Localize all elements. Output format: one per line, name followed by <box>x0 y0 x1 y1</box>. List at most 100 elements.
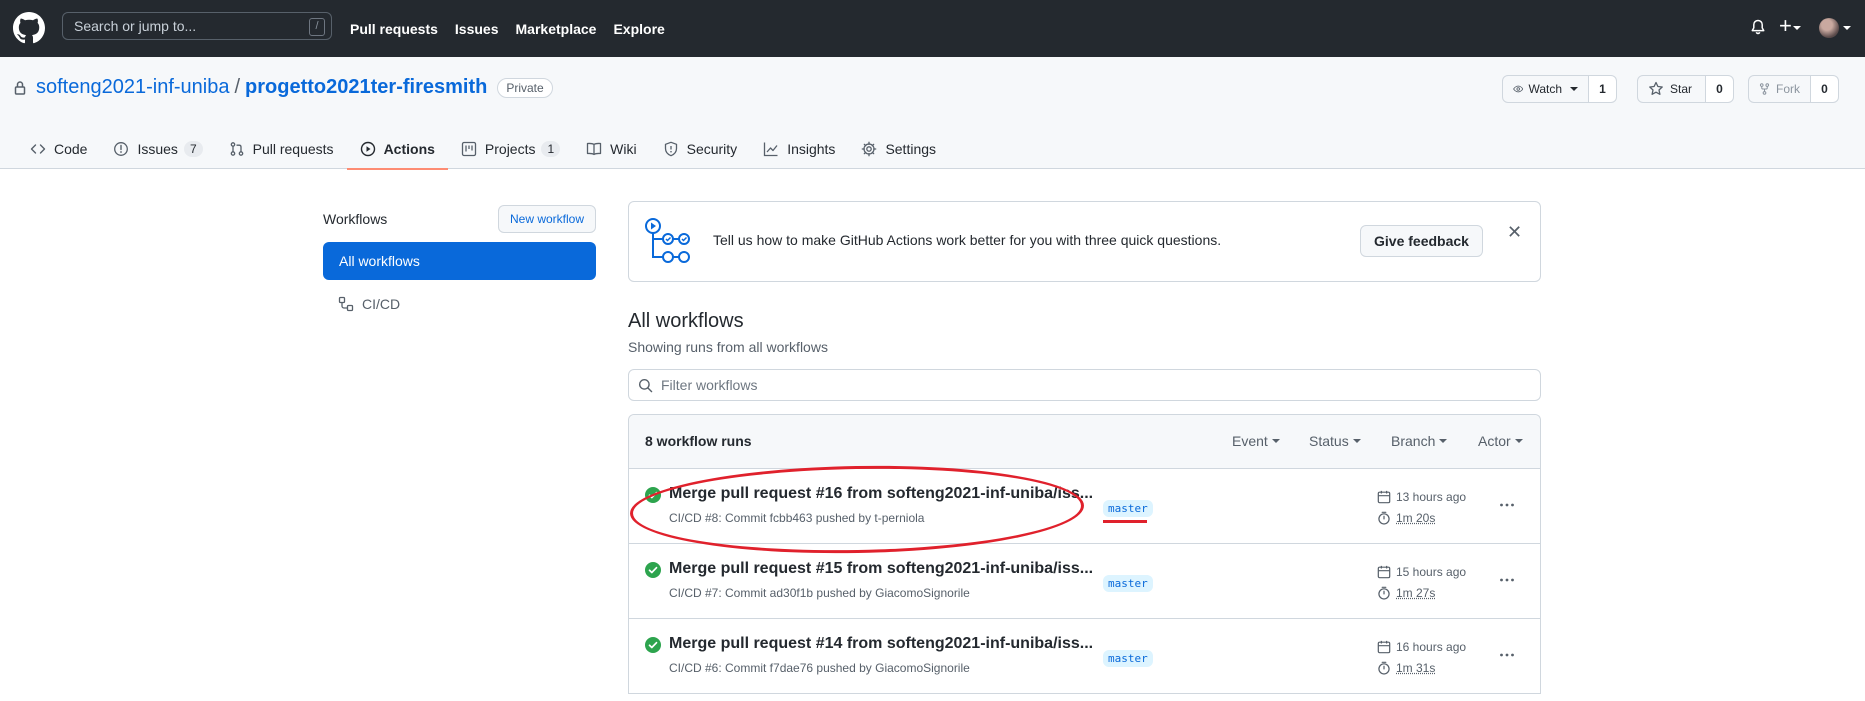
star-count[interactable]: 0 <box>1706 75 1734 103</box>
repo-separator: / <box>234 76 241 98</box>
repo-owner-link[interactable]: softeng2021-inf-uniba <box>36 76 229 99</box>
event-filter[interactable]: Event <box>1232 433 1280 449</box>
nav-issues[interactable]: Issues <box>455 21 499 37</box>
branch-label[interactable]: master <box>1103 650 1153 667</box>
chevron-down-icon <box>1793 26 1801 30</box>
sidebar-item-all-workflows[interactable]: All workflows <box>323 242 596 280</box>
tab-code[interactable]: Code <box>17 129 100 169</box>
runs-count: 8 workflow runs <box>645 433 752 449</box>
issue-icon <box>114 142 129 156</box>
stopwatch-icon <box>1378 586 1390 600</box>
tab-label: Code <box>54 141 88 157</box>
graph-icon <box>764 142 778 157</box>
run-duration: 1m 20s <box>1377 511 1435 525</box>
stopwatch-icon <box>1378 511 1390 525</box>
book-icon <box>587 142 602 156</box>
branch-underline-annotation <box>1103 520 1147 523</box>
repo-tabs: Code Issues 7 Pull requests Actions Proj… <box>17 129 949 170</box>
calendar-icon <box>1377 565 1391 579</box>
tab-actions[interactable]: Actions <box>346 129 449 170</box>
filter-workflows-input[interactable]: Filter workflows <box>628 369 1541 401</box>
give-feedback-button[interactable]: Give feedback <box>1360 225 1483 257</box>
lock-icon <box>14 80 26 95</box>
fork-button[interactable]: Fork <box>1748 75 1811 103</box>
run-duration-label: 1m 27s <box>1396 586 1436 600</box>
page-title: All workflows <box>628 310 744 332</box>
actor-filter[interactable]: Actor <box>1478 433 1523 449</box>
github-logo-icon[interactable] <box>13 12 45 44</box>
projects-counter: 1 <box>541 141 561 157</box>
run-duration-label: 1m 20s <box>1396 511 1436 525</box>
sidebar-item-ci-cd[interactable]: CI/CD <box>323 290 596 318</box>
close-icon[interactable]: ✕ <box>1507 222 1522 243</box>
chevron-down-icon <box>1439 439 1448 443</box>
gear-icon <box>862 141 877 157</box>
chevron-down-icon <box>1570 87 1578 91</box>
runs-list-header: 8 workflow runs Event Status Branch Acto… <box>629 415 1540 469</box>
tab-label: Issues <box>137 141 178 157</box>
plus-icon[interactable]: + <box>1779 15 1792 37</box>
tab-settings[interactable]: Settings <box>848 129 949 169</box>
kebab-menu-icon[interactable] <box>1499 497 1515 513</box>
repo-name-link[interactable]: progetto2021ter-firesmith <box>245 76 487 99</box>
search-input[interactable]: Search or jump to... / <box>62 12 332 40</box>
workflow-runs-list: 8 workflow runs Event Status Branch Acto… <box>628 414 1541 694</box>
run-time-label: 13 hours ago <box>1396 490 1467 504</box>
fork-icon <box>1759 83 1770 95</box>
watch-count[interactable]: 1 <box>1589 75 1617 103</box>
calendar-icon <box>1377 490 1391 504</box>
nav-explore[interactable]: Explore <box>613 21 664 37</box>
branch-label[interactable]: master <box>1103 575 1153 592</box>
chevron-down-icon <box>1352 439 1361 443</box>
workflow-run-row[interactable]: Merge pull request #15 from softeng2021-… <box>629 544 1540 619</box>
eye-icon <box>1513 85 1524 93</box>
nav-marketplace[interactable]: Marketplace <box>516 21 597 37</box>
tab-issues[interactable]: Issues 7 <box>100 129 215 169</box>
kebab-menu-icon[interactable] <box>1499 647 1515 663</box>
fork-count[interactable]: 0 <box>1811 75 1839 103</box>
tab-label: Pull requests <box>252 141 334 157</box>
status-filter[interactable]: Status <box>1309 433 1361 449</box>
branch-label[interactable]: master <box>1103 500 1153 517</box>
search-icon <box>638 378 653 393</box>
bell-icon[interactable] <box>1750 19 1766 36</box>
run-meta: CI/CD #6: Commit f7dae76 pushed by Giaco… <box>669 661 970 675</box>
tab-security[interactable]: Security <box>650 129 751 169</box>
run-title-link[interactable]: Merge pull request #14 from softeng2021-… <box>669 635 1093 653</box>
workflow-run-row[interactable]: Merge pull request #14 from softeng2021-… <box>629 619 1540 694</box>
tab-label: Projects <box>484 141 536 157</box>
nav-pull-requests[interactable]: Pull requests <box>350 21 438 37</box>
tab-label: Insights <box>787 141 836 157</box>
watch-button[interactable]: Watch <box>1502 75 1589 103</box>
run-duration-label: 1m 31s <box>1396 661 1436 675</box>
shield-icon <box>664 141 677 157</box>
avatar[interactable] <box>1819 18 1839 38</box>
tab-label: Actions <box>383 141 435 157</box>
new-workflow-button[interactable]: New workflow <box>497 205 596 233</box>
issues-counter: 7 <box>183 141 203 157</box>
actions-illustration-icon <box>644 217 696 269</box>
run-time: 13 hours ago <box>1377 490 1466 504</box>
star-label: Star <box>1670 82 1693 96</box>
page-subtitle: Showing runs from all workflows <box>628 339 828 355</box>
filter-label: Branch <box>1391 433 1436 449</box>
main-content: Tell us how to make GitHub Actions work … <box>628 201 1541 694</box>
calendar-icon <box>1377 640 1391 654</box>
tab-pull-requests[interactable]: Pull requests <box>216 129 347 169</box>
chevron-down-icon <box>1271 439 1280 443</box>
tab-insights[interactable]: Insights <box>750 129 848 169</box>
kebab-menu-icon[interactable] <box>1499 572 1515 588</box>
run-meta: CI/CD #7: Commit ad30f1b pushed by Giaco… <box>669 586 970 600</box>
watch-group: Watch 1 <box>1502 75 1617 103</box>
run-title-link[interactable]: Merge pull request #15 from softeng2021-… <box>669 560 1093 578</box>
star-group: Star 0 <box>1637 75 1734 103</box>
tab-wiki[interactable]: Wiki <box>573 129 649 169</box>
tab-projects[interactable]: Projects 1 <box>448 129 573 169</box>
sidebar-title: Workflows <box>323 211 388 227</box>
star-button[interactable]: Star <box>1637 75 1706 103</box>
check-circle-icon <box>645 562 661 578</box>
filter-label: Status <box>1309 433 1349 449</box>
search-shortcut-key: / <box>309 18 325 36</box>
search-placeholder: Search or jump to... <box>74 18 197 34</box>
branch-filter[interactable]: Branch <box>1391 433 1448 449</box>
